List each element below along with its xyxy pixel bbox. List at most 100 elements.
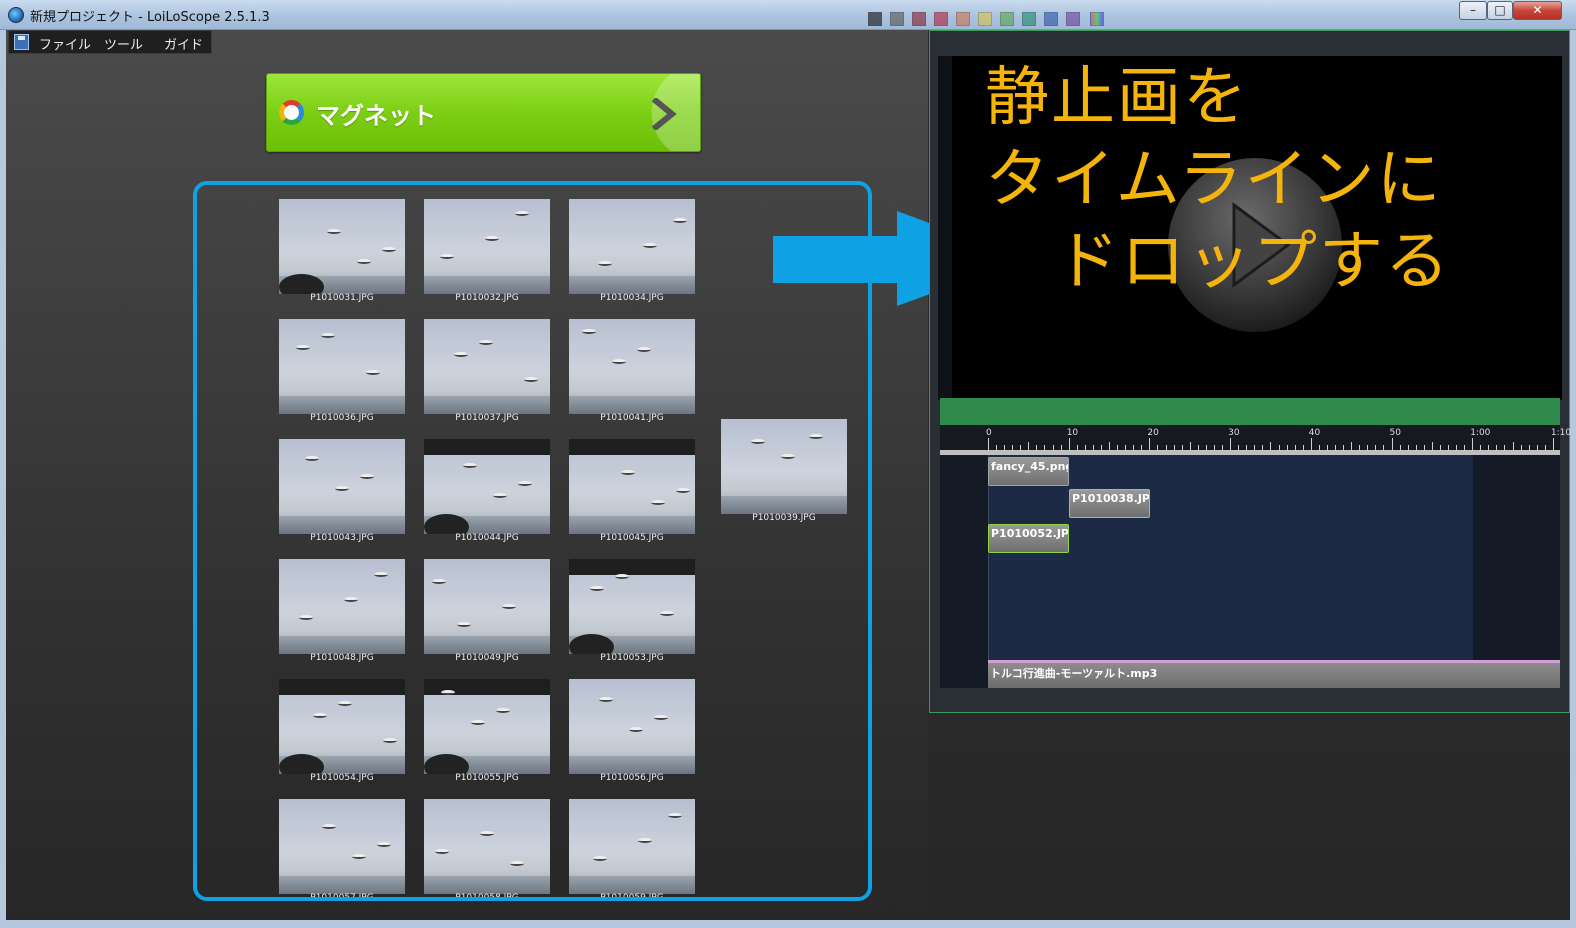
menu-file[interactable]: ファイル — [39, 34, 91, 53]
close-button[interactable]: ✕ — [1513, 1, 1562, 20]
bird — [660, 611, 674, 616]
timeline-tracks[interactable]: fancy_45.png P1010038.JPG P1010052.JPG ト… — [940, 455, 1560, 688]
thumbnail-sea — [569, 756, 695, 774]
ruler-tick — [1375, 445, 1377, 450]
thumbnail-label: P1010055.JPG — [455, 773, 519, 783]
thumbnail-sea — [569, 876, 695, 894]
audio-clip[interactable]: トルコ行進曲-モーツァルト.mp3 — [988, 660, 1560, 688]
thumbnail-sea — [569, 276, 695, 294]
ruler-tick — [1407, 445, 1409, 450]
bird — [313, 713, 327, 718]
timeline-ruler[interactable]: 0 10 20 30 40 50 1:00 1:10 — [940, 425, 1571, 455]
ruler-tick — [1302, 445, 1304, 450]
ruler-tick — [1456, 445, 1458, 450]
color-swatch — [868, 12, 882, 26]
bird — [327, 229, 341, 234]
thumbnail-sea — [721, 496, 847, 514]
thumbnail-item[interactable]: P1010059.JPG — [569, 799, 695, 901]
menu-bar: ファイル ツール ガイド — [8, 30, 212, 54]
thumbnail-item[interactable]: P1010056.JPG — [569, 679, 695, 787]
ruler-tick — [1165, 445, 1167, 450]
color-swatch — [956, 12, 970, 26]
thumbnail-sea — [424, 396, 550, 414]
magnet-button[interactable]: マグネット — [266, 73, 701, 152]
color-swatch — [978, 12, 992, 26]
ruler-tick-label: 30 — [1228, 428, 1240, 438]
chevron-right-icon — [630, 74, 700, 151]
thumbnail-item[interactable]: P1010032.JPG — [424, 199, 550, 307]
thumbnail-label: P1010032.JPG — [455, 293, 519, 303]
bird — [338, 701, 352, 706]
thumbnail-item[interactable]: P1010036.JPG — [279, 319, 405, 427]
ruler-tick — [1109, 442, 1111, 450]
thumbnail-sea — [569, 396, 695, 414]
timeline-clip[interactable]: fancy_45.png — [988, 457, 1069, 486]
ruler-tick — [1504, 445, 1506, 450]
minimize-button[interactable]: – — [1459, 1, 1487, 20]
boat-roof — [424, 439, 550, 455]
thumbnail-image — [424, 799, 550, 894]
app-logo-icon — [8, 7, 24, 23]
bird — [673, 218, 687, 223]
bird — [366, 370, 380, 375]
ruler-tick — [1439, 445, 1441, 450]
preview-edge — [938, 56, 952, 400]
menu-tools[interactable]: ツール — [104, 34, 143, 53]
thumbnail-item[interactable]: P1010048.JPG — [279, 559, 405, 667]
thumbnail-item[interactable]: P1010045.JPG — [569, 439, 695, 547]
ruler-tick — [1076, 445, 1078, 450]
thumbnail-item[interactable]: P1010034.JPG — [569, 199, 695, 307]
thumbnail-item[interactable]: P1010057.JPG — [279, 799, 405, 897]
timeline-header-bar[interactable] — [940, 398, 1560, 425]
thumbnail-sea — [279, 396, 405, 414]
overlay-caption-line1: 静止画を — [985, 61, 1249, 135]
menu-guide[interactable]: ガイド — [164, 34, 203, 53]
thumbnail-item[interactable]: P1010055.JPG — [424, 679, 550, 787]
thumbnail-item[interactable]: P1010054.JPG — [279, 679, 405, 787]
bird — [305, 456, 319, 461]
ruler-tick — [1528, 445, 1530, 450]
dragged-thumbnail[interactable]: P1010039.JPG — [721, 419, 847, 523]
bird — [344, 597, 358, 602]
thumbnail-item[interactable]: P1010053.JPG — [569, 559, 695, 667]
ruler-tick — [1472, 438, 1474, 450]
thumbnail-item[interactable]: P1010031.JPG — [279, 199, 405, 307]
bird — [809, 434, 823, 439]
ruler-tick — [1480, 445, 1482, 450]
thumbnail-label: P1010059.JPG — [600, 893, 664, 901]
thumbnail-item[interactable]: P1010043.JPG — [279, 439, 405, 547]
color-swatch — [912, 12, 926, 26]
bird — [441, 690, 455, 695]
ruler-tick-label: 1:00 — [1470, 428, 1491, 438]
title-bar[interactable]: 新規プロジェクト - LoiLoScope 2.5.1.3 – □ ✕ — [0, 0, 1576, 30]
timeline-clip[interactable]: P1010038.JPG — [1069, 489, 1150, 518]
thumbnail-image — [279, 559, 405, 654]
thumbnail-item[interactable]: P1010058.JPG — [424, 799, 550, 897]
playhead-start — [988, 455, 989, 688]
bird — [590, 586, 604, 591]
ruler-tick — [1181, 445, 1183, 450]
thumbnail-label: P1010056.JPG — [600, 773, 664, 783]
thumbnail-image — [569, 439, 695, 534]
bird — [377, 842, 391, 847]
timeline-clip[interactable]: P1010052.JPG — [988, 524, 1069, 553]
ruler-tick — [1310, 438, 1312, 450]
color-swatch — [934, 12, 948, 26]
thumbnail-sea — [279, 636, 405, 654]
save-icon[interactable] — [14, 34, 29, 50]
thumbnail-item[interactable]: P1010049.JPG — [424, 559, 550, 667]
maximize-button[interactable]: □ — [1487, 1, 1513, 20]
thumbnail-item[interactable]: P1010037.JPG — [424, 319, 550, 427]
ruler-tick-label: 1:10 — [1550, 428, 1572, 438]
ruler-tick — [1173, 445, 1175, 450]
bird — [357, 259, 371, 264]
ruler-tick — [1286, 445, 1288, 450]
bird — [524, 377, 538, 382]
ruler-tick — [1391, 438, 1393, 450]
thumbnail-item[interactable]: P1010041.JPG — [569, 319, 695, 427]
boat-roof — [569, 559, 695, 575]
bird — [654, 715, 668, 720]
thumbnail-image — [424, 199, 550, 294]
thumbnail-item[interactable]: P1010044.JPG — [424, 439, 550, 547]
ruler-tick — [1060, 445, 1062, 450]
